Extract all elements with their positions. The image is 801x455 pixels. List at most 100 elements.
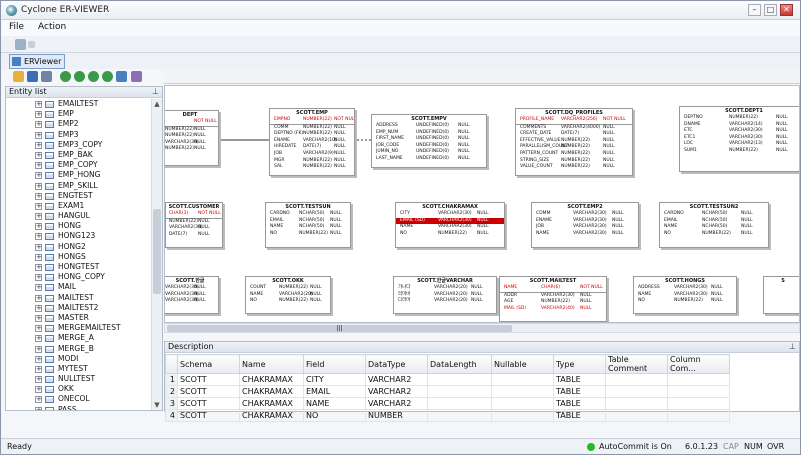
expand-icon[interactable]: +	[35, 396, 42, 404]
table-row[interactable]: 1 SCOTT CHAKRAMAX CITY VARCHAR2 TABLE	[165, 373, 730, 386]
expand-icon[interactable]: +	[35, 345, 42, 353]
entity-list-item[interactable]: + EMP_SKILL	[6, 181, 152, 191]
entity-list-item[interactable]: + EMP	[6, 109, 152, 119]
entity-list-item[interactable]: + HONG2	[6, 242, 152, 252]
entity-box[interactable]: SCOTT.EMP EMPNO NUMBER(22) NOT NULL COMM NUMB…	[269, 108, 355, 176]
expand-icon[interactable]: +	[35, 233, 42, 241]
expand-icon[interactable]: +	[35, 253, 42, 261]
expand-icon[interactable]: +	[35, 376, 42, 384]
entity-list-item[interactable]: + MODI	[6, 354, 152, 364]
er-diagram-canvas[interactable]: DEPT NOT NULL NUMBER(22) NULL NUMBER(22) NULL…	[164, 85, 800, 323]
entity-list-item[interactable]: + EMP_COPY	[6, 160, 152, 170]
scroll-down-icon[interactable]: ▼	[152, 400, 162, 410]
entity-list-item[interactable]: + OKK	[6, 384, 152, 394]
entity-box[interactable]: SCOTT.EMP2 COMM VARCHAR2(30) NULL ENAME VARCH…	[531, 202, 639, 248]
entity-list-item[interactable]: + EMP_BAK	[6, 150, 152, 160]
entity-box[interactable]: SCOTT.DEPT1 DEPTNO NUMBER(22) NULL DNAME VARC…	[679, 106, 799, 172]
entity-box[interactable]: SCOTT.EMPV ADDRESS UNDEFINED(0) NULL EMP_NUM…	[371, 114, 487, 168]
zoom-fit-icon[interactable]	[88, 71, 99, 82]
entity-box[interactable]: SCOTT.DQ_PROFILES PROFILE_NAME VARCHAR2(25…	[515, 108, 633, 176]
table-row[interactable]: 2 SCOTT CHAKRAMAX EMAIL VARCHAR2 TABLE	[165, 385, 730, 398]
expand-icon[interactable]: +	[35, 192, 42, 200]
entity-list-item[interactable]: + ONECOL	[6, 394, 152, 404]
entity-box[interactable]: SCOTT.OKK COUNT NUMBER(22) NULL NAME VARCHAR2…	[245, 276, 331, 314]
expand-icon[interactable]: +	[35, 325, 42, 333]
network-icon[interactable]	[15, 39, 26, 50]
entity-list-item[interactable]: + MAIL	[6, 282, 152, 292]
expand-icon[interactable]: +	[35, 121, 42, 129]
entity-list-item[interactable]: + MERGEMAILTEST	[6, 323, 152, 333]
diagram-hscrollbar[interactable]: |||	[164, 323, 800, 333]
table-row[interactable]: 3 SCOTT CHAKRAMAX NAME VARCHAR2 TABLE	[165, 397, 730, 410]
scroll-thumb[interactable]	[153, 209, 161, 294]
expand-icon[interactable]: +	[35, 386, 42, 394]
entity-box[interactable]: SCOTT.MAILTEST NAME CHAR(6) NOT NULL ADDR VAR…	[499, 276, 607, 322]
expand-icon[interactable]: +	[35, 131, 42, 139]
entity-list-item[interactable]: + MYTEST	[6, 364, 152, 374]
hscroll-thumb[interactable]: |||	[167, 325, 512, 332]
entity-box[interactable]: S	[763, 276, 799, 314]
entity-box[interactable]: SCOTT.TESTSUN2 CARDNO NCHAR(50) NULL EMAIL NC…	[659, 202, 769, 248]
close-icon[interactable]: ✕	[780, 4, 793, 16]
entity-list-item[interactable]: + ENGTEST	[6, 191, 152, 201]
column-header[interactable]: Type	[553, 354, 606, 374]
minimize-icon[interactable]: –	[748, 4, 761, 16]
entity-box[interactable]: SCOTT.CUSTOMER CHAR(3) NOT NULL NUMBER(22) N…	[165, 202, 223, 248]
expand-icon[interactable]: +	[35, 264, 42, 271]
zoom-in-icon[interactable]	[60, 71, 71, 82]
entity-list-item[interactable]: + MASTER	[6, 313, 152, 323]
entity-list-item[interactable]: + HONG	[6, 221, 152, 231]
expand-icon[interactable]: +	[35, 223, 42, 231]
table-row[interactable]: 4 SCOTT CHAKRAMAX NO NUMBER TABLE	[165, 409, 730, 422]
entity-list-item[interactable]: + EMP_HONG	[6, 170, 152, 180]
scroll-up-icon[interactable]: ▲	[152, 99, 162, 109]
select-icon[interactable]	[116, 71, 127, 82]
zoom-actual-icon[interactable]	[102, 71, 113, 82]
entity-list-item[interactable]: + HONGTEST	[6, 262, 152, 272]
entity-list-item[interactable]: + MERGE_A	[6, 333, 152, 343]
entity-box[interactable]: SCOTT.한글VARCHAR 가나다 VARCHAR2(20) NULL 라마바 VAR…	[393, 276, 497, 314]
entity-list-item[interactable]: + EXAM1	[6, 201, 152, 211]
open-folder-icon[interactable]	[13, 71, 24, 82]
entity-box[interactable]: DEPT NOT NULL NUMBER(22) NULL NUMBER(22) NULL…	[165, 110, 219, 166]
pin-icon[interactable]: ⊥	[152, 87, 159, 97]
expand-icon[interactable]: +	[35, 151, 42, 159]
entity-list-item[interactable]: + EMAILTEST	[6, 99, 152, 109]
expand-icon[interactable]: +	[35, 172, 42, 180]
entity-box[interactable]: SCOTT.한글 VARCHAR2(30) NULL VARCHAR2(30) NULL…	[165, 276, 219, 314]
column-header[interactable]: Nullable	[491, 354, 554, 374]
entity-list-item[interactable]: + HANGUL	[6, 211, 152, 221]
save-icon[interactable]	[27, 71, 38, 82]
expand-icon[interactable]: +	[35, 406, 42, 410]
expand-icon[interactable]: +	[35, 101, 42, 108]
pin-icon[interactable]: ⊥	[789, 342, 796, 352]
expand-icon[interactable]: +	[35, 274, 42, 282]
entity-list-item[interactable]: + EMP3_COPY	[6, 140, 152, 150]
entity-box[interactable]: SCOTT.CHAKRAMAX CITY VARCHAR2(30) NULL EMAIL…	[395, 202, 505, 248]
expand-icon[interactable]: +	[35, 284, 42, 292]
print-icon[interactable]	[41, 71, 52, 82]
column-header[interactable]: DataLength	[427, 354, 492, 374]
expand-icon[interactable]: +	[35, 365, 42, 373]
entity-list-item[interactable]: + EMP2	[6, 119, 152, 129]
menu-file[interactable]: File	[9, 22, 24, 32]
entity-list-item[interactable]: + HONG_COPY	[6, 272, 152, 282]
expand-icon[interactable]: +	[35, 355, 42, 363]
entity-list-item[interactable]: + NULLTEST	[6, 374, 152, 384]
entity-list-item[interactable]: + PASS	[6, 405, 152, 410]
column-header[interactable]: Schema	[177, 354, 240, 374]
column-header[interactable]: Column Com...	[667, 354, 730, 374]
entity-list-item[interactable]: + HONGS	[6, 252, 152, 262]
entity-list-item[interactable]: + MERGE_B	[6, 344, 152, 354]
expand-icon[interactable]: +	[35, 304, 42, 312]
layout-icon[interactable]	[131, 71, 142, 82]
expand-icon[interactable]: +	[35, 213, 42, 221]
entity-list-scrollbar[interactable]: ▲ ▼	[151, 99, 162, 410]
expand-icon[interactable]: +	[35, 111, 42, 119]
expand-icon[interactable]: +	[35, 243, 42, 251]
expand-icon[interactable]: +	[35, 162, 42, 170]
zoom-out-icon[interactable]	[74, 71, 85, 82]
expand-icon[interactable]: +	[35, 182, 42, 190]
entity-list-item[interactable]: + MAILTEST	[6, 293, 152, 303]
entity-box[interactable]: SCOTT.HONGS ADDRESS VARCHAR2(30) NULL NAME VA…	[633, 276, 737, 314]
